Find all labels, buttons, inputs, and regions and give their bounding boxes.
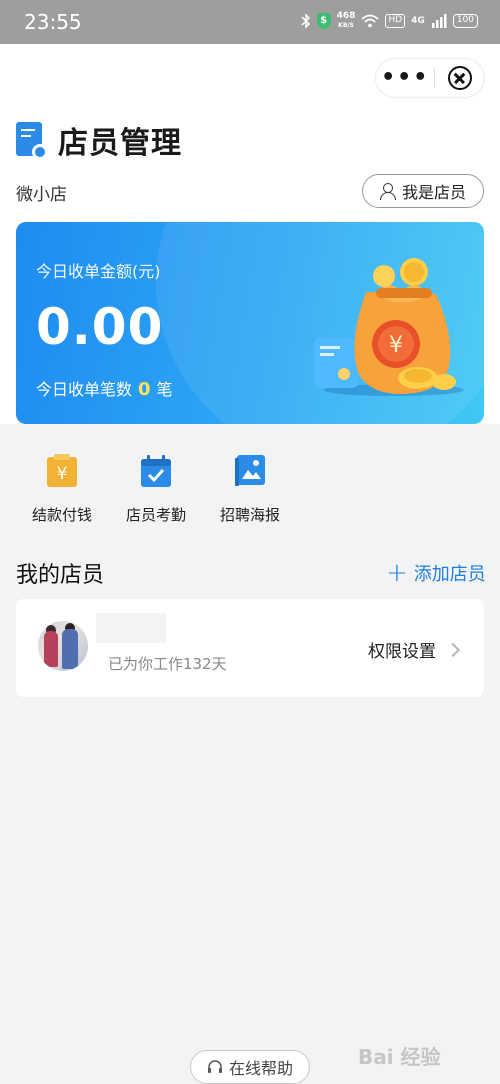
- order-count-line: 今日收单笔数 0 笔: [36, 376, 173, 400]
- close-button[interactable]: [435, 66, 484, 90]
- quick-action-label: 招聘海报: [219, 506, 280, 524]
- more-dots-icon[interactable]: •••: [376, 67, 434, 89]
- daily-summary-card[interactable]: 今日收单金额(元) 0.00 今日收单笔数 0 笔 ¥: [16, 222, 484, 424]
- add-staff-button[interactable]: + 添加店员: [386, 560, 486, 586]
- network-label: 4G: [411, 16, 425, 26]
- quick-action-settle[interactable]: ¥ 结款付钱: [12, 454, 112, 525]
- add-staff-label: 添加店员: [413, 564, 486, 585]
- mini-program-capsule: •••: [375, 58, 485, 98]
- permission-settings-button[interactable]: 权限设置: [368, 637, 461, 662]
- net-speed-unit: KB/S: [338, 22, 354, 29]
- avatar: [38, 621, 88, 671]
- permission-settings-label: 权限设置: [368, 642, 436, 662]
- shop-name: 微小店: [16, 185, 67, 205]
- my-staff-title: 我的店员: [16, 563, 105, 588]
- status-icons: $ 468 KB/S HD 4G 100: [301, 12, 478, 30]
- poster-icon: [234, 454, 266, 488]
- quick-action-attendance[interactable]: 店员考勤: [106, 454, 206, 525]
- headset-icon: [207, 1060, 222, 1073]
- quick-action-label: 结款付钱: [31, 506, 92, 524]
- count-prefix: 今日收单笔数: [36, 380, 133, 399]
- page-title: 店员管理: [58, 126, 182, 161]
- svg-text:¥: ¥: [57, 464, 68, 484]
- online-help-label: 在线帮助: [228, 1059, 293, 1078]
- battery-icon: 100: [452, 14, 478, 28]
- signal-icon: [431, 12, 447, 30]
- yuan-receipt-icon: ¥: [46, 454, 78, 488]
- staff-list-item[interactable]: 已为你工作132天 权限设置: [16, 599, 484, 697]
- net-speed-value: 468: [336, 11, 356, 21]
- plus-icon: +: [386, 558, 408, 588]
- count-suffix: 笔: [156, 380, 173, 399]
- staff-name: [96, 613, 166, 643]
- shield-icon: $: [316, 13, 331, 29]
- amount-label: 今日收单金额(元): [36, 262, 161, 281]
- i-am-staff-label: 我是店员: [401, 183, 466, 202]
- hd-badge: HD: [385, 14, 406, 28]
- net-speed: 468 KB/S: [337, 12, 356, 30]
- title-row: 店员管理: [16, 118, 182, 162]
- baidu-watermark: Bai 经验: [358, 1030, 500, 1080]
- quick-action-label: 店员考勤: [125, 506, 186, 524]
- staff-doc-icon: [16, 122, 48, 160]
- chevron-right-icon: [445, 642, 461, 657]
- close-circle-icon: [447, 66, 472, 90]
- bluetooth-icon: [301, 12, 311, 30]
- watermark-text: Bai 经验: [358, 1044, 441, 1069]
- work-days-text: 已为你工作132天: [108, 655, 227, 673]
- count-value: 0: [138, 379, 151, 400]
- svg-text:¥: ¥: [389, 333, 403, 358]
- i-am-staff-button[interactable]: 我是店员: [362, 174, 484, 208]
- quick-action-recruit-poster[interactable]: 招聘海报: [200, 454, 300, 525]
- status-time: 23:55: [24, 10, 82, 34]
- money-bag-icon: ¥: [314, 258, 464, 396]
- amount-value: 0.00: [36, 298, 164, 356]
- user-icon: [379, 183, 396, 200]
- online-help-button[interactable]: 在线帮助: [190, 1050, 310, 1084]
- calendar-check-icon: [140, 454, 172, 488]
- status-bar: 23:55 $ 468 KB/S HD 4G 100: [0, 0, 500, 44]
- wifi-icon: [361, 12, 380, 30]
